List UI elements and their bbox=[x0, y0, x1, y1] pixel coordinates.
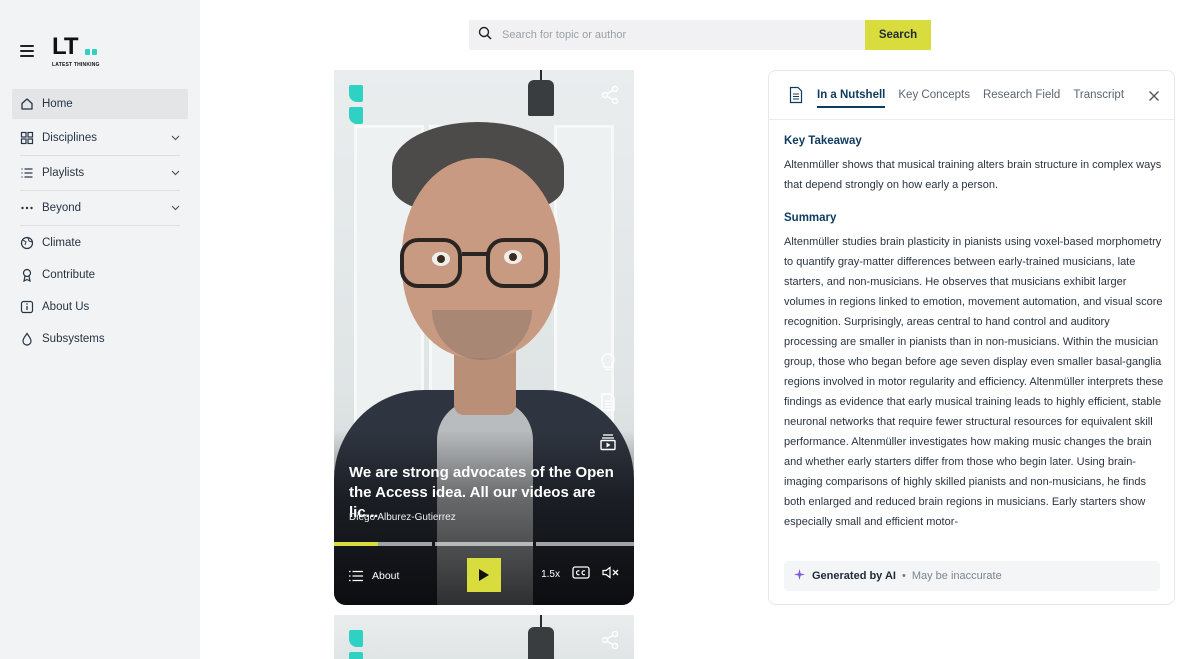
sidebar-item-label: Disciplines bbox=[42, 132, 97, 144]
info-icon bbox=[20, 300, 34, 314]
panel-content[interactable]: Key Takeaway Altenmüller shows that musi… bbox=[784, 135, 1164, 551]
ai-disclaimer: Generated by AI • May be inaccurate bbox=[784, 561, 1160, 591]
search-input[interactable] bbox=[502, 29, 865, 41]
list-icon bbox=[349, 570, 363, 581]
sidebar-item-about-us[interactable]: About Us bbox=[12, 292, 188, 322]
sidebar-item-label: Contribute bbox=[42, 269, 96, 281]
summary-title: Summary bbox=[784, 212, 837, 224]
key-takeaway-text: Altenmüller shows that musical training … bbox=[784, 159, 1162, 191]
sparkle-icon bbox=[793, 568, 806, 584]
tab-in-a-nutshell[interactable]: In a Nutshell bbox=[817, 83, 886, 108]
sidebar: LT LATEST THINKING Home Disciplines Play… bbox=[0, 0, 200, 659]
grid-icon bbox=[20, 131, 34, 145]
sidebar-item-home[interactable]: Home bbox=[12, 89, 188, 119]
info-panel: In a Nutshell Key Concepts Research Fiel… bbox=[768, 70, 1175, 605]
close-icon[interactable] bbox=[1148, 89, 1160, 101]
divider bbox=[20, 190, 180, 191]
video-frame bbox=[334, 70, 634, 605]
sidebar-item-label: About Us bbox=[42, 301, 90, 313]
quote-icon bbox=[349, 85, 383, 124]
video-controls: About 1.5x bbox=[334, 546, 634, 605]
document-icon[interactable] bbox=[598, 392, 618, 412]
panel-tabs: In a Nutshell Key Concepts Research Fiel… bbox=[769, 71, 1174, 120]
logo[interactable]: LT LATEST THINKING bbox=[52, 33, 112, 70]
play-button[interactable] bbox=[467, 558, 501, 592]
globe-icon bbox=[20, 236, 34, 250]
sidebar-item-label: Beyond bbox=[42, 202, 82, 214]
logo-text: LT bbox=[52, 33, 79, 60]
chevron-down-icon[interactable] bbox=[171, 203, 180, 213]
search-field[interactable] bbox=[469, 20, 865, 50]
about-label: About bbox=[372, 569, 400, 582]
ai-label: Generated by AI bbox=[812, 570, 896, 582]
summary-text: Altenmüller studies brain plasticity in … bbox=[784, 236, 1164, 528]
sidebar-item-subsystems[interactable]: Subsystems bbox=[12, 324, 188, 354]
sidebar-item-contribute[interactable]: Contribute bbox=[12, 260, 188, 290]
tab-research-field[interactable]: Research Field bbox=[983, 83, 1060, 107]
drop-icon bbox=[20, 332, 34, 346]
closed-captions-icon[interactable] bbox=[572, 566, 590, 582]
search-button[interactable]: Search bbox=[865, 20, 931, 50]
next-video-card[interactable] bbox=[334, 615, 634, 659]
sidebar-nav: Home Disciplines Playlists Beyond Climat… bbox=[12, 89, 188, 354]
share-icon[interactable] bbox=[600, 630, 620, 650]
search-icon bbox=[478, 26, 492, 45]
tab-transcript[interactable]: Transcript bbox=[1073, 83, 1124, 107]
tab-key-concepts[interactable]: Key Concepts bbox=[898, 83, 970, 107]
chevron-down-icon[interactable] bbox=[171, 133, 180, 143]
about-button[interactable]: About bbox=[348, 570, 399, 582]
sidebar-item-label: Playlists bbox=[42, 167, 85, 179]
chevron-down-icon[interactable] bbox=[171, 168, 180, 178]
menu-icon[interactable] bbox=[20, 45, 34, 57]
key-takeaway-title: Key Takeaway bbox=[784, 135, 862, 147]
list-icon bbox=[20, 166, 34, 180]
document-icon bbox=[787, 86, 805, 104]
divider bbox=[20, 155, 180, 156]
search-bar: Search bbox=[469, 20, 931, 50]
ribbon-icon bbox=[20, 268, 34, 282]
dots-icon bbox=[20, 201, 34, 215]
quote-icon bbox=[349, 630, 383, 659]
home-icon bbox=[20, 97, 34, 111]
lamp-image bbox=[528, 627, 554, 659]
sidebar-item-beyond[interactable]: Beyond bbox=[12, 193, 188, 223]
logo-ticks-icon bbox=[85, 37, 105, 55]
play-icon bbox=[479, 569, 489, 581]
video-player[interactable]: We are strong advocates of the Open the … bbox=[334, 70, 634, 605]
share-icon[interactable] bbox=[600, 85, 620, 105]
playback-speed[interactable]: 1.5x bbox=[541, 569, 560, 580]
sidebar-item-label: Climate bbox=[42, 237, 81, 249]
lamp-image bbox=[528, 80, 554, 116]
logo-subtitle: LATEST THINKING bbox=[52, 62, 100, 68]
sidebar-item-climate[interactable]: Climate bbox=[12, 228, 188, 258]
playlist-icon[interactable] bbox=[598, 432, 618, 452]
sidebar-item-playlists[interactable]: Playlists bbox=[12, 158, 188, 188]
lightbulb-icon[interactable] bbox=[598, 352, 618, 372]
ai-note: May be inaccurate bbox=[911, 570, 1002, 582]
divider bbox=[20, 225, 180, 226]
mute-icon[interactable] bbox=[602, 566, 620, 582]
sidebar-item-label: Subsystems bbox=[42, 333, 105, 345]
video-author[interactable]: Diego Alburez-Gutierrez bbox=[349, 512, 456, 523]
sidebar-item-label: Home bbox=[42, 98, 73, 110]
sidebar-item-disciplines[interactable]: Disciplines bbox=[12, 123, 188, 153]
